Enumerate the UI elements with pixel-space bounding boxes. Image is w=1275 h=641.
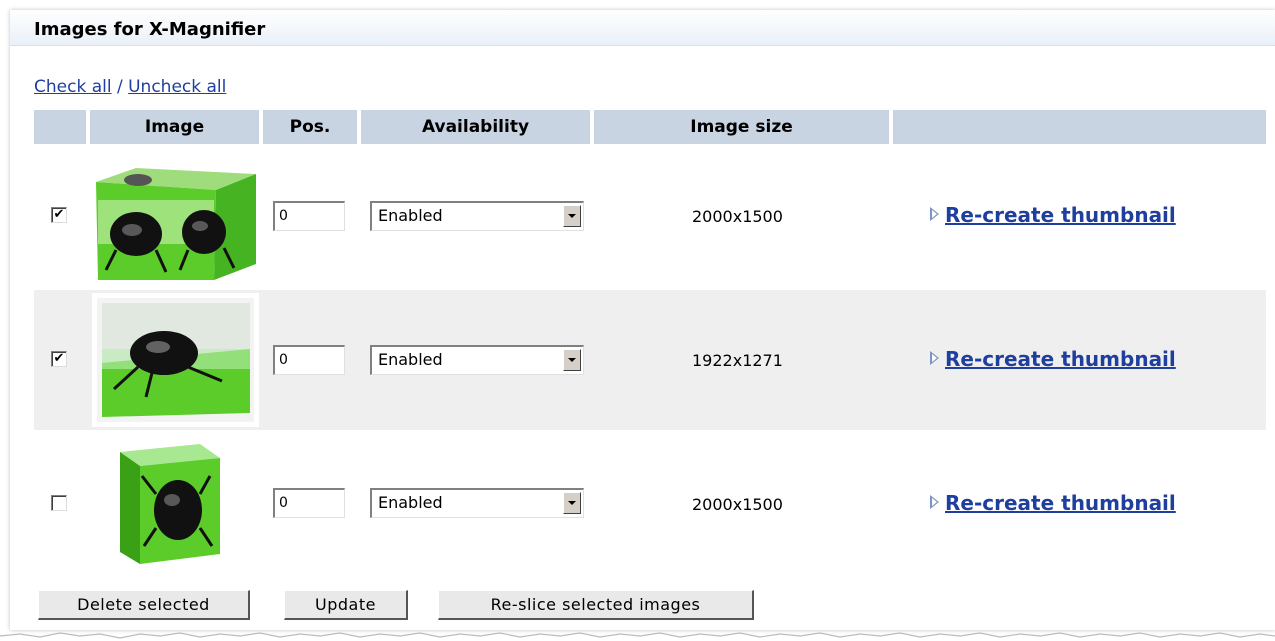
image-size-value: 2000x1500 <box>692 495 783 514</box>
panel-header: Images for X-Magnifier <box>10 10 1275 46</box>
thumbnail-image <box>96 160 256 280</box>
header-image-size: Image size <box>594 110 889 144</box>
row-checkbox[interactable] <box>51 495 67 511</box>
check-all-link[interactable]: Check all <box>34 77 112 97</box>
header-checkbox-col <box>34 110 86 144</box>
dropdown-arrow-icon[interactable] <box>563 349 581 371</box>
check-links: Check all / Uncheck all <box>34 77 226 97</box>
torn-edge <box>0 632 1275 639</box>
availability-value: Enabled <box>378 350 443 369</box>
position-input[interactable]: 0 <box>273 345 345 375</box>
recreate-thumbnail-label: Re-create thumbnail <box>945 491 1176 515</box>
play-arrow-icon <box>930 351 939 365</box>
recreate-thumbnail-label: Re-create thumbnail <box>945 203 1176 227</box>
dropdown-arrow-icon[interactable] <box>563 205 581 227</box>
header-pos: Pos. <box>263 110 357 144</box>
thumbnail-image <box>110 442 230 570</box>
header-actions-col <box>893 110 1266 144</box>
reslice-selected-images-button[interactable]: Re-slice selected images <box>438 590 754 620</box>
availability-select[interactable]: Enabled <box>370 488 584 518</box>
delete-selected-button[interactable]: Delete selected <box>38 590 250 620</box>
row-checkbox[interactable]: ✔ <box>51 207 67 223</box>
row-checkbox[interactable]: ✔ <box>51 351 67 367</box>
availability-select[interactable]: Enabled <box>370 201 584 231</box>
dropdown-arrow-icon[interactable] <box>563 492 581 514</box>
recreate-thumbnail-label: Re-create thumbnail <box>945 347 1176 371</box>
play-arrow-icon <box>930 495 939 509</box>
position-input[interactable]: 0 <box>273 488 345 518</box>
recreate-thumbnail-link[interactable]: Re-create thumbnail <box>930 491 1176 515</box>
recreate-thumbnail-link[interactable]: Re-create thumbnail <box>930 203 1176 227</box>
play-arrow-icon <box>930 207 939 221</box>
uncheck-all-link[interactable]: Uncheck all <box>128 77 226 97</box>
position-input[interactable]: 0 <box>273 201 345 231</box>
panel-title: Images for X-Magnifier <box>34 19 266 40</box>
image-size-value: 2000x1500 <box>692 207 783 226</box>
image-size-value: 1922x1271 <box>692 351 783 370</box>
recreate-thumbnail-link[interactable]: Re-create thumbnail <box>930 347 1176 371</box>
images-panel: Images for X-Magnifier Check all / Unche… <box>10 10 1275 630</box>
availability-value: Enabled <box>378 493 443 512</box>
link-separator: / <box>116 77 123 97</box>
availability-value: Enabled <box>378 206 443 225</box>
header-availability: Availability <box>361 110 590 144</box>
update-button[interactable]: Update <box>284 590 408 620</box>
thumbnail-image <box>92 293 259 427</box>
header-image: Image <box>90 110 259 144</box>
availability-select[interactable]: Enabled <box>370 345 584 375</box>
